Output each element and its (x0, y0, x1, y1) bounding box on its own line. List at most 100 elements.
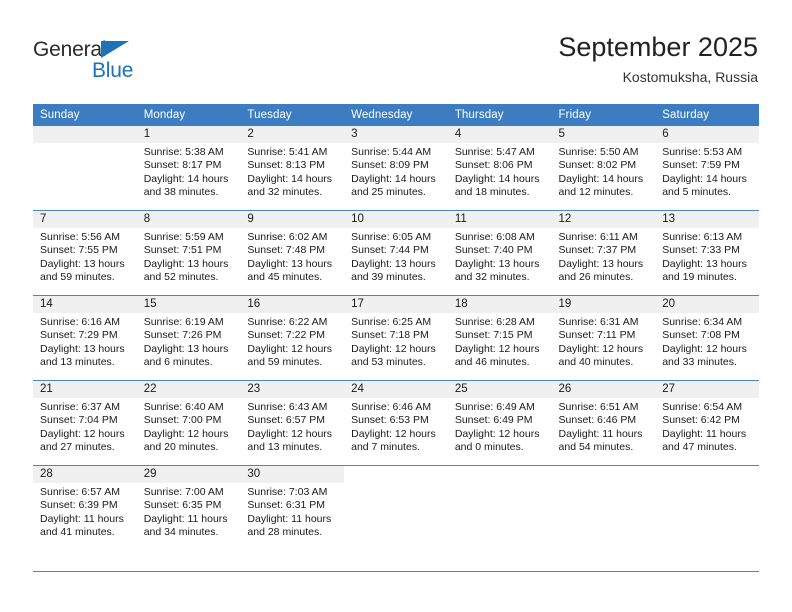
location-subtitle: Kostomuksha, Russia (622, 69, 758, 85)
calendar-day-cell[interactable]: 5 Sunrise: 5:50 AM Sunset: 8:02 PM Daylight… (551, 126, 656, 211)
daylight-text-line1: Daylight: 13 hours (40, 257, 125, 270)
calendar-day-cell[interactable] (655, 465, 759, 550)
calendar-day-cell[interactable]: 28 Sunrise: 6:57 AM Sunset: 6:39 PM Dayligh… (33, 465, 137, 550)
day-sun-info: Sunrise: 5:59 AM Sunset: 7:51 PM Daylight:… (137, 228, 241, 285)
daylight-text-line2: and 13 minutes. (247, 441, 323, 454)
calendar-day-cell[interactable] (33, 126, 137, 211)
sunset-text: Sunset: 7:33 PM (662, 244, 740, 257)
daylight-text-line1: Daylight: 12 hours (143, 427, 229, 440)
daylight-text-line1: Daylight: 13 hours (662, 257, 747, 270)
calendar-day-cell[interactable]: 12 Sunrise: 6:11 AM Sunset: 7:37 PM Dayligh… (551, 210, 656, 296)
calendar-day-cell[interactable]: 2 Sunrise: 5:41 AM Sunset: 8:13 PM Daylight… (240, 126, 345, 211)
daylight-text-line1: Daylight: 14 hours (143, 172, 229, 185)
calendar-grid: Sunday Monday Tuesday Wednesday Thursday… (33, 104, 759, 550)
calendar-day-cell[interactable]: 7 Sunrise: 5:56 AM Sunset: 7:55 PM Daylight… (33, 210, 137, 296)
calendar-day-cell[interactable] (447, 465, 552, 550)
calendar-day-cell[interactable]: 23 Sunrise: 6:43 AM Sunset: 6:57 PM Dayligh… (240, 380, 345, 466)
calendar-day-cell[interactable]: 14 Sunrise: 6:16 AM Sunset: 7:29 PM Dayligh… (33, 295, 137, 381)
sunrise-text: Sunrise: 6:19 AM (143, 316, 224, 328)
sunrise-text: Sunrise: 6:08 AM (454, 231, 535, 243)
calendar-day-cell[interactable] (551, 465, 656, 550)
sunset-text: Sunset: 7:44 PM (351, 244, 429, 257)
calendar-week-row: 7 Sunrise: 5:56 AM Sunset: 7:55 PM Daylight… (33, 210, 759, 296)
sunset-text: Sunset: 7:08 PM (662, 329, 740, 342)
daylight-text-line1: Daylight: 12 hours (454, 342, 540, 355)
day-sun-info: Sunrise: 5:53 AM Sunset: 7:59 PM Daylight:… (655, 143, 759, 200)
daylight-text-line2: and 32 minutes. (247, 186, 323, 199)
calendar-day-cell[interactable]: 19 Sunrise: 6:31 AM Sunset: 7:11 PM Dayligh… (551, 295, 656, 381)
day-sun-info: Sunrise: 5:38 AM Sunset: 8:17 PM Daylight:… (137, 143, 241, 200)
day-sun-info: Sunrise: 6:08 AM Sunset: 7:40 PM Daylight:… (448, 228, 552, 285)
daylight-text-line1: Daylight: 12 hours (40, 427, 125, 440)
calendar-day-cell[interactable]: 18 Sunrise: 6:28 AM Sunset: 7:15 PM Dayligh… (447, 295, 552, 381)
sunset-text: Sunset: 7:37 PM (558, 244, 637, 257)
day-number (655, 466, 759, 483)
day-number: 9 (240, 211, 345, 228)
day-number: 26 (551, 381, 656, 398)
calendar-day-cell[interactable]: 26 Sunrise: 6:51 AM Sunset: 6:46 PM Dayligh… (551, 380, 656, 466)
logo-text-blue: Blue (92, 59, 134, 82)
calendar-day-cell[interactable]: 10 Sunrise: 6:05 AM Sunset: 7:44 PM Dayligh… (344, 210, 448, 296)
sunrise-text: Sunrise: 6:46 AM (351, 401, 432, 413)
calendar-table: Sunday Monday Tuesday Wednesday Thursday… (33, 104, 759, 550)
daylight-text-line1: Daylight: 13 hours (143, 257, 229, 270)
day-number: 6 (655, 126, 759, 143)
calendar-day-cell[interactable]: 20 Sunrise: 6:34 AM Sunset: 7:08 PM Dayligh… (655, 295, 759, 381)
calendar-page: General Blue September 2025 Kostomuksha,… (0, 0, 792, 612)
calendar-day-cell[interactable]: 22 Sunrise: 6:40 AM Sunset: 7:00 PM Dayligh… (136, 380, 241, 466)
daylight-text-line1: Daylight: 13 hours (247, 257, 333, 270)
weekday-header-monday: Monday (136, 104, 241, 126)
sunset-text: Sunset: 8:02 PM (558, 159, 637, 172)
day-number: 10 (344, 211, 448, 228)
sunset-text: Sunset: 7:51 PM (143, 244, 222, 257)
weekday-header-saturday: Saturday (655, 104, 759, 126)
daylight-text-line1: Daylight: 11 hours (662, 427, 747, 440)
calendar-day-cell[interactable]: 30 Sunrise: 7:03 AM Sunset: 6:31 PM Dayligh… (240, 465, 345, 550)
calendar-day-cell[interactable]: 24 Sunrise: 6:46 AM Sunset: 6:53 PM Dayligh… (344, 380, 448, 466)
day-sun-info: Sunrise: 6:22 AM Sunset: 7:22 PM Daylight:… (240, 313, 344, 370)
daylight-text-line2: and 54 minutes. (558, 441, 634, 454)
day-number: 15 (136, 296, 241, 313)
calendar-day-cell[interactable]: 21 Sunrise: 6:37 AM Sunset: 7:04 PM Dayligh… (33, 380, 137, 466)
daylight-text-line1: Daylight: 14 hours (351, 172, 436, 185)
calendar-bottom-rule (33, 571, 759, 572)
sunrise-text: Sunrise: 7:00 AM (143, 486, 224, 498)
day-number: 5 (551, 126, 656, 143)
day-number: 30 (240, 466, 345, 483)
calendar-day-cell[interactable]: 29 Sunrise: 7:00 AM Sunset: 6:35 PM Dayligh… (136, 465, 241, 550)
calendar-day-cell[interactable]: 11 Sunrise: 6:08 AM Sunset: 7:40 PM Dayligh… (447, 210, 552, 296)
daylight-text-line1: Daylight: 12 hours (247, 342, 333, 355)
calendar-day-cell[interactable]: 27 Sunrise: 6:54 AM Sunset: 6:42 PM Dayligh… (655, 380, 759, 466)
calendar-day-cell[interactable]: 17 Sunrise: 6:25 AM Sunset: 7:18 PM Dayligh… (344, 295, 448, 381)
weekday-header-row: Sunday Monday Tuesday Wednesday Thursday… (33, 104, 759, 126)
calendar-day-cell[interactable]: 15 Sunrise: 6:19 AM Sunset: 7:26 PM Dayligh… (136, 295, 241, 381)
calendar-day-cell[interactable]: 9 Sunrise: 6:02 AM Sunset: 7:48 PM Daylight… (240, 210, 345, 296)
sunset-text: Sunset: 8:13 PM (247, 159, 326, 172)
calendar-day-cell[interactable]: 8 Sunrise: 5:59 AM Sunset: 7:51 PM Daylight… (136, 210, 241, 296)
sunrise-text: Sunrise: 6:11 AM (558, 231, 638, 243)
calendar-day-cell[interactable]: 6 Sunrise: 5:53 AM Sunset: 7:59 PM Daylight… (655, 126, 759, 211)
daylight-text-line1: Daylight: 13 hours (40, 342, 125, 355)
calendar-day-cell[interactable]: 3 Sunrise: 5:44 AM Sunset: 8:09 PM Daylight… (344, 126, 448, 211)
sunrise-text: Sunrise: 6:16 AM (40, 316, 120, 328)
calendar-day-cell[interactable] (344, 465, 448, 550)
day-number: 17 (344, 296, 448, 313)
day-sun-info: Sunrise: 6:31 AM Sunset: 7:11 PM Daylight:… (552, 313, 656, 370)
daylight-text-line1: Daylight: 12 hours (247, 427, 333, 440)
calendar-day-cell[interactable]: 1 Sunrise: 5:38 AM Sunset: 8:17 PM Daylight… (136, 126, 241, 211)
weekday-header-friday: Friday (551, 104, 656, 126)
sunrise-text: Sunrise: 5:44 AM (351, 146, 432, 158)
day-number: 7 (33, 211, 137, 228)
calendar-day-cell[interactable]: 16 Sunrise: 6:22 AM Sunset: 7:22 PM Dayligh… (240, 295, 345, 381)
sunset-text: Sunset: 7:04 PM (40, 414, 118, 427)
calendar-day-cell[interactable]: 13 Sunrise: 6:13 AM Sunset: 7:33 PM Dayligh… (655, 210, 759, 296)
sunrise-text: Sunrise: 5:53 AM (662, 146, 743, 158)
sunrise-text: Sunrise: 7:03 AM (247, 486, 328, 498)
daylight-text-line2: and 38 minutes. (143, 186, 219, 199)
calendar-day-cell[interactable]: 25 Sunrise: 6:49 AM Sunset: 6:49 PM Dayligh… (447, 380, 552, 466)
day-number (551, 466, 656, 483)
day-number: 14 (33, 296, 137, 313)
sunrise-text: Sunrise: 5:38 AM (143, 146, 224, 158)
daylight-text-line2: and 20 minutes. (143, 441, 219, 454)
calendar-day-cell[interactable]: 4 Sunrise: 5:47 AM Sunset: 8:06 PM Daylight… (447, 126, 552, 211)
